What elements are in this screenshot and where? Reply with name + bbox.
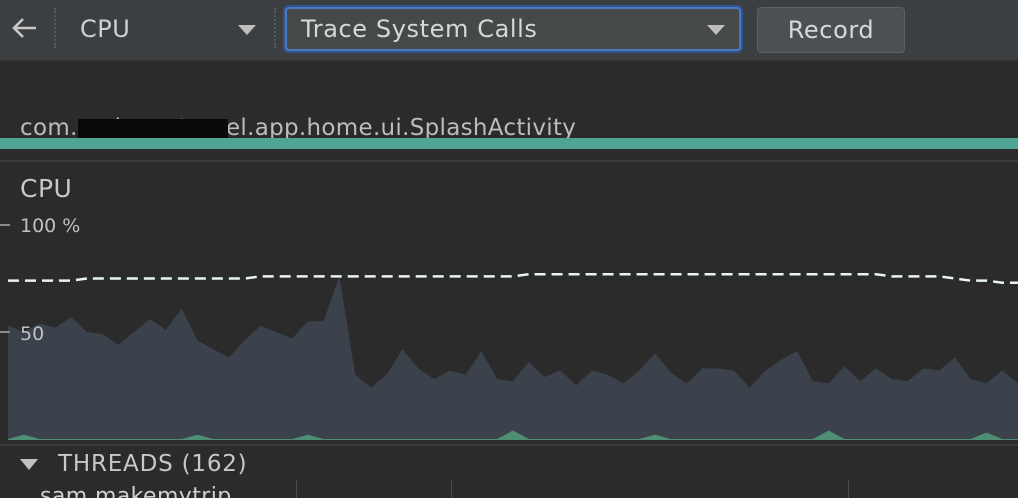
threads-title: THREADS (162) (58, 451, 248, 477)
activity-bar[interactable] (0, 138, 1018, 149)
activity-lane: com.makemytravel.app.home.ui.SplashActiv… (0, 61, 1018, 160)
axis-label-50: 50 (20, 323, 44, 345)
profiler-selector-label: CPU (80, 15, 131, 43)
trace-config-label: Trace System Calls (301, 15, 538, 43)
threads-header[interactable]: THREADS (162) (0, 444, 1018, 482)
toolbar-separator (54, 8, 56, 48)
profiler-selector[interactable]: CPU (68, 10, 266, 48)
cpu-usage-chart[interactable]: 100 % 50 (0, 162, 1018, 442)
cpu-usage-section: 100 % 50 CPU (0, 162, 1018, 442)
column-separator (451, 480, 452, 498)
trace-config-dropdown[interactable]: Trace System Calls (285, 7, 741, 51)
column-separator (296, 480, 297, 498)
cpu-app-usage-area (8, 276, 1018, 440)
chevron-down-icon (707, 25, 725, 35)
thread-row[interactable]: sam.makemytrip (0, 480, 1018, 498)
axis-label-100: 100 % (20, 215, 80, 237)
column-separator (848, 480, 849, 498)
record-button[interactable]: Record (757, 7, 905, 53)
thread-name: sam.makemytrip (40, 484, 232, 498)
toolbar-separator (274, 8, 276, 48)
profiler-toolbar: CPU Trace System Calls Record (0, 0, 1018, 61)
back-button[interactable] (6, 12, 42, 44)
collapse-triangle-icon[interactable] (20, 458, 38, 470)
cpu-total-dashed-line (8, 272, 1018, 285)
back-arrow-icon (12, 18, 36, 38)
redaction-mark (78, 119, 228, 139)
cpu-title: CPU (20, 174, 73, 203)
chevron-down-icon (238, 25, 256, 35)
